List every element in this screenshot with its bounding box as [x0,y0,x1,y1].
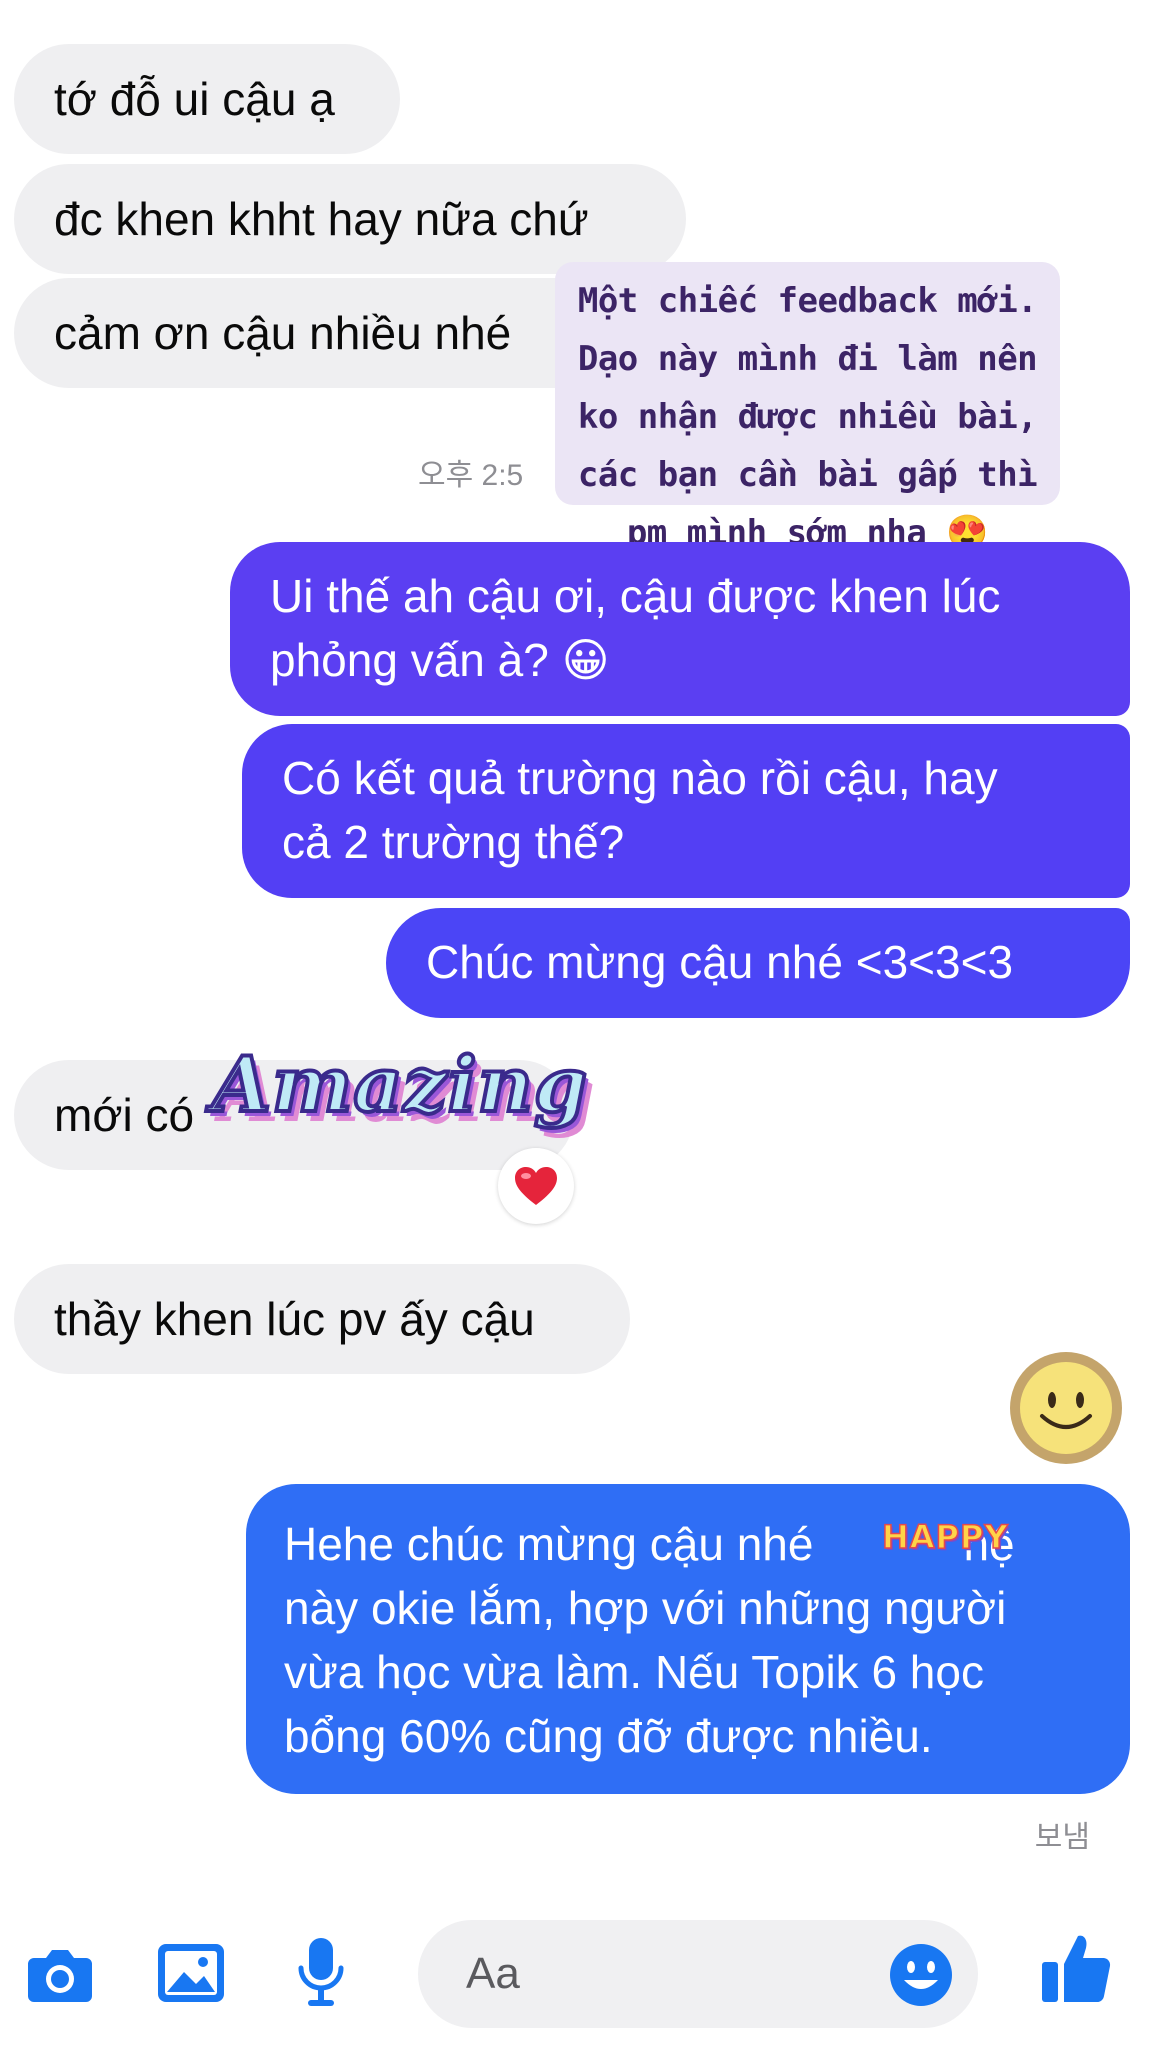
message-text-line: Có kết quả trường nào rồi cậu, hay [282,752,998,804]
emoji-button[interactable] [888,1942,954,2013]
message-text: Chúc mừng cậu nhé <3<3<3 [426,936,1014,988]
thumbs-up-icon [1042,1935,1111,2003]
note-line: các bạn cần bài gấp thì [577,455,1038,495]
note-line: Một chiếc feedback mới. [577,281,1038,321]
heart-icon [515,1167,557,1205]
camera-icon [28,1950,92,2002]
message-text: tớ đỗ ui cậu ạ [54,73,335,125]
message-text-line: này okie lắm, hợp với những người [284,1582,1007,1634]
like-button[interactable] [1040,1930,1114,2011]
message-text-line: cả 2 trường thế? [282,816,625,868]
message-incoming[interactable]: cảm ơn cậu nhiều nhé [14,278,624,388]
feedback-note-overlay: Một chiếc feedback mới. Dạo này mình đi … [555,262,1060,553]
message-composer [0,1900,1152,2048]
message-incoming[interactable]: thầy khen lúc pv ấy cậu [14,1264,630,1374]
message-outgoing[interactable]: Ui thế ah cậu ơi, cậu được khen lúc phỏn… [230,542,1130,716]
message-text: đc khen khht hay nữa chứ [54,193,589,245]
smiley-face-icon [1040,1392,1092,1429]
sent-status: 보냄 [1034,1821,1090,1854]
message-incoming[interactable]: đc khen khht hay nữa chứ [14,164,686,274]
gallery-button[interactable] [156,1942,226,2009]
message-text-line: Ui thế ah cậu ơi, cậu được khen lúc [270,570,1001,622]
heart-reaction[interactable] [498,1148,574,1224]
image-icon [158,1944,224,2002]
smiley-sticker [1010,1352,1122,1464]
microphone-icon [298,1938,344,2006]
camera-button[interactable] [26,1944,94,2009]
message-input[interactable] [466,1944,846,2004]
note-line: ko nhận được nhiều bài, [577,397,1038,437]
message-text-line: bổng 60% cũng đỡ được nhiều. [284,1710,933,1762]
happy-sticker: HAPPY [881,1517,1009,1557]
note-line: Dạo này mình đi làm nên [577,339,1038,379]
message-outgoing[interactable]: Có kết quả trường nào rồi cậu, hay cả 2 … [242,724,1130,898]
message-incoming[interactable]: tớ đỗ ui cậu ạ [14,44,400,154]
message-input-container[interactable] [418,1920,978,2028]
message-text: thầy khen lúc pv ấy cậu [54,1293,535,1345]
message-outgoing[interactable]: Chúc mừng cậu nhé <3<3<3 [386,908,1130,1018]
message-timestamp: 오후 2:5 [418,459,524,492]
message-text: cảm ơn cậu nhiều nhé [54,307,512,359]
voice-button[interactable] [296,1936,346,2015]
message-text-line: vừa học vừa làm. Nếu Topik 6 học [284,1646,984,1698]
emoji-icon [890,1944,952,2006]
amazing-sticker: Amazing [210,1038,589,1131]
message-text: mới có [54,1089,195,1141]
message-text-line: phỏng vấn à? 😀 [270,634,610,686]
